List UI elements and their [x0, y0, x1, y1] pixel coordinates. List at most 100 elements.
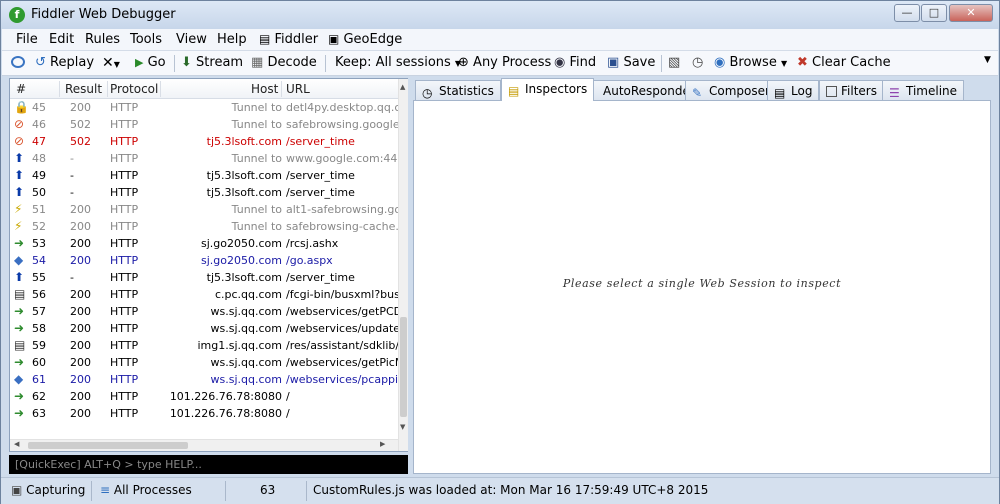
tab-autoresponder-label: AutoResponder — [603, 84, 695, 98]
upload-arrow-icon: ⬆ — [14, 168, 25, 182]
menu-rules[interactable]: Rules — [85, 32, 120, 47]
column-header-url[interactable]: URL — [286, 82, 310, 96]
cell-protocol: HTTP — [110, 373, 139, 386]
toolbar-overflow-button[interactable]: ▼ — [984, 55, 991, 65]
scroll-down-icon[interactable]: ▼ — [400, 423, 405, 431]
process-filter[interactable]: ≡ All Processes — [100, 483, 192, 497]
decode-button[interactable]: ▦ Decode — [251, 55, 317, 70]
script-icon: ◆ — [14, 372, 24, 386]
table-row[interactable]: ⊘ 47 502 HTTP tj5.3lsoft.com/server_time — [10, 134, 398, 151]
table-row[interactable]: ➜ 60 200 HTTP ws.sj.qq.com/webservices/getPi… — [10, 355, 399, 372]
cell-result: 502 — [70, 118, 91, 131]
toolbar-separator — [174, 55, 175, 72]
timer-button[interactable]: ◷ — [692, 55, 703, 70]
menu-edit[interactable]: Edit — [49, 32, 74, 47]
table-row[interactable]: ⬆ 50 - HTTP tj5.3lsoft.com/server_time — [10, 185, 398, 202]
browse-button[interactable]: ◉ Browse ▼ — [714, 55, 787, 70]
keep-sessions-dropdown[interactable]: Keep: All sessions ▼ — [335, 55, 461, 70]
column-header-host[interactable]: Host — [251, 82, 278, 96]
tab-inspectors[interactable]: ▤ Inspectors — [501, 78, 595, 101]
tab-autoresponder[interactable]: ⚡AutoResponder — [579, 80, 702, 100]
tab-statistics[interactable]: ◷ Statistics — [415, 80, 501, 100]
menu-geoedge[interactable]: ▣ GeoEdge — [328, 32, 402, 47]
decode-label: Decode — [267, 55, 317, 70]
upload-arrow-icon: ⬆ — [14, 185, 25, 199]
minimize-button[interactable]: — — [894, 4, 920, 22]
remove-button[interactable]: ✕▼ — [102, 55, 120, 71]
tab-filters[interactable]: Filters — [819, 80, 884, 100]
scroll-left-icon[interactable]: ◀ — [14, 440, 19, 448]
vertical-scrollbar[interactable]: ▲ ▼ — [398, 79, 408, 451]
table-row[interactable]: ➜ 53 200 HTTP sj.go2050.com/rcsj.ashx — [10, 236, 398, 253]
cell-id: 54 — [32, 254, 46, 267]
table-row[interactable]: ◆ 54 200 HTTP sj.go2050.com/go.aspx — [10, 253, 398, 270]
tab-log[interactable]: ▤ Log — [767, 80, 820, 100]
table-row[interactable]: ⬆ 55 - HTTP tj5.3lsoft.com/server_time — [10, 270, 398, 287]
save-button[interactable]: ▣ Save — [607, 55, 655, 70]
go-button[interactable]: ▶ Go — [135, 55, 166, 70]
column-divider[interactable] — [107, 81, 108, 97]
cell-url: / — [286, 407, 290, 420]
cell-url: /rcsj.ashx — [286, 237, 339, 250]
menu-help[interactable]: Help — [217, 32, 247, 47]
table-row[interactable]: ⬆ 49 - HTTP tj5.3lsoft.com/server_time — [10, 168, 398, 185]
table-row[interactable]: ▤ 59 200 HTTP img1.sj.qq.com/res/assistant/s… — [10, 338, 399, 355]
stream-button[interactable]: ⬇ Stream — [181, 55, 243, 70]
table-row[interactable]: ◆ 61 200 HTTP ws.sj.qq.com/webservices/pcapp… — [10, 372, 399, 389]
cell-id: 46 — [32, 118, 46, 131]
column-divider[interactable] — [59, 81, 60, 97]
menu-tools[interactable]: Tools — [130, 32, 162, 47]
browser-icon: ◉ — [714, 55, 726, 70]
cell-protocol: HTTP — [110, 118, 139, 131]
menu-fiddler[interactable]: ▤ Fiddler — [259, 32, 318, 47]
quickexec-input[interactable]: [QuickExec] ALT+Q > type HELP... — [9, 455, 408, 474]
scroll-right-icon[interactable]: ▶ — [380, 440, 385, 448]
tab-timeline-label: Timeline — [906, 84, 958, 98]
sessions-header: # Result Protocol Host URL — [10, 79, 398, 99]
capturing-label: Capturing — [26, 483, 86, 497]
column-header-result[interactable]: Result — [65, 82, 102, 96]
vertical-scroll-thumb[interactable] — [400, 317, 407, 417]
replay-button[interactable]: ↺ Replay — [35, 55, 94, 70]
menu-file[interactable]: File — [16, 32, 38, 47]
cell-result: 502 — [70, 135, 91, 148]
screenshot-button[interactable]: ▧ — [668, 55, 680, 70]
table-row[interactable]: ⊘ 46 502 HTTP Tunnel to safebrowsing.google.c — [10, 117, 399, 134]
table-row[interactable]: ▤ 56 200 HTTP c.pc.qq.com/fcgi-bin/busxml?bu… — [10, 287, 399, 304]
sessions-list[interactable]: # Result Protocol Host URL 🔒 45 200 HTTP Tun… — [9, 78, 408, 452]
table-row[interactable]: ➜ 63 200 HTTP 101.226.76.78:8080 / — [10, 406, 398, 423]
tab-composer[interactable]: ✎ Composer — [685, 80, 777, 100]
table-row[interactable]: ➜ 57 200 HTTP ws.sj.qq.com/webservices/getPC… — [10, 304, 399, 321]
comment-button[interactable] — [11, 55, 29, 70]
close-button[interactable]: ✕ — [949, 4, 993, 22]
table-row[interactable]: ➜ 62 200 HTTP 101.226.76.78:8080 / — [10, 389, 398, 406]
menu-bar: File Edit Rules Tools View Help ▤ Fiddle… — [2, 29, 998, 51]
horizontal-scrollbar[interactable]: ◀ ▶ — [10, 439, 398, 451]
menu-view[interactable]: View — [176, 32, 207, 47]
cell-result: 200 — [70, 254, 91, 267]
find-button[interactable]: ◉ Find — [554, 55, 596, 70]
tab-timeline[interactable]: ☰ Timeline — [882, 80, 965, 100]
column-header-protocol[interactable]: Protocol — [110, 82, 158, 96]
table-row[interactable]: ⚡ 51 200 HTTP Tunnel to alt1-safebrowsing.goo — [10, 202, 399, 219]
table-row[interactable]: ➜ 58 200 HTTP ws.sj.qq.com/webservices/updat… — [10, 321, 399, 338]
cell-protocol: HTTP — [110, 101, 139, 114]
clear-cache-button[interactable]: ✖ Clear Cache — [797, 55, 891, 70]
any-process-label: Any Process — [473, 55, 552, 70]
column-divider[interactable] — [160, 81, 161, 97]
scroll-up-icon[interactable]: ▲ — [400, 83, 405, 91]
capturing-toggle[interactable]: ▣ Capturing — [11, 483, 85, 497]
any-process-button[interactable]: ⊕ Any Process — [458, 55, 551, 70]
table-row[interactable]: 🔒 45 200 HTTP Tunnel to detl4py.desktop.qq.co — [10, 100, 399, 117]
column-divider[interactable] — [281, 81, 282, 97]
table-row[interactable]: ⬆ 48 - HTTP Tunnel to www.google.com:443 — [10, 151, 399, 168]
cell-result: 200 — [70, 356, 91, 369]
table-row[interactable]: ⚡ 52 200 HTTP Tunnel to safebrowsing-cache.g — [10, 219, 399, 236]
status-separator — [91, 481, 92, 501]
cell-protocol: HTTP — [110, 288, 139, 301]
cell-result: 200 — [70, 407, 91, 420]
cell-protocol: HTTP — [110, 390, 139, 403]
horizontal-scroll-thumb[interactable] — [28, 442, 188, 449]
column-header-id[interactable]: # — [16, 82, 26, 96]
maximize-button[interactable]: □ — [921, 4, 947, 22]
